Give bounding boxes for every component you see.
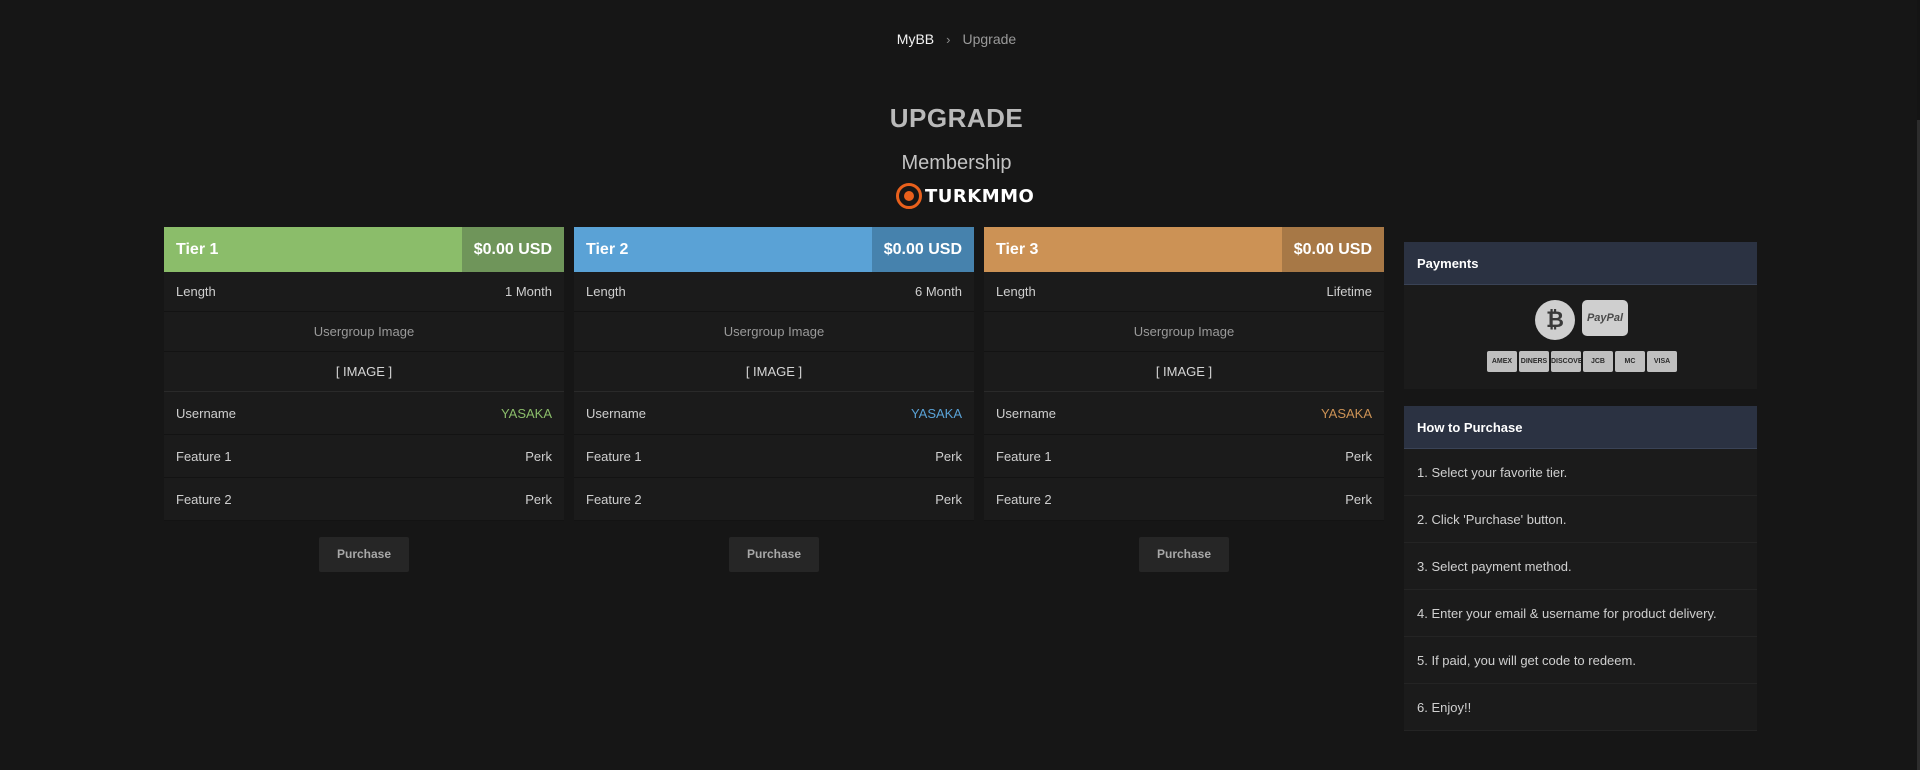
feature-label: Feature 1 — [586, 448, 642, 464]
payments-panel: Payments ₿ PayPal AMEX DINERS DISCOVER J… — [1404, 242, 1757, 389]
breadcrumb-current: Upgrade — [962, 31, 1017, 47]
step-item: 1. Select your favorite tier. — [1404, 449, 1757, 496]
step-item: 6. Enjoy!! — [1404, 684, 1757, 731]
usergroup-image: [ IMAGE ] — [164, 352, 564, 392]
how-to-purchase-panel: How to Purchase 1. Select your favorite … — [1404, 406, 1757, 731]
logo-text: TURKMMO — [925, 185, 1035, 207]
how-to-purchase-title: How to Purchase — [1404, 406, 1757, 449]
bitcoin-icon: ₿ — [1535, 300, 1575, 340]
usergroup-image: [ IMAGE ] — [984, 352, 1384, 392]
length-value: 6 Month — [915, 284, 962, 299]
username-row: Username YASAKA — [984, 392, 1384, 435]
tier-card-2: Tier 2 $0.00 USD Length 6 Month Usergroup… — [574, 227, 974, 572]
length-label: Length — [996, 284, 1036, 299]
length-value: 1 Month — [505, 284, 552, 299]
feature-value: Perk — [935, 448, 962, 464]
step-item: 2. Click 'Purchase' button. — [1404, 496, 1757, 543]
feature-label: Feature 2 — [996, 491, 1052, 507]
feature-label: Feature 2 — [586, 491, 642, 507]
tier-price: $0.00 USD — [1281, 227, 1384, 272]
username-value: YASAKA — [910, 405, 962, 421]
feature-value: Perk — [935, 491, 962, 507]
mastercard-card-icon: MC — [1615, 351, 1645, 372]
discover-card-icon: DISCOVER — [1551, 351, 1581, 372]
tier-name: Tier 1 — [164, 227, 462, 272]
feature-label: Feature 2 — [176, 491, 232, 507]
length-row: Length Lifetime — [984, 272, 1384, 312]
page-subtitle: Membership — [901, 152, 1012, 174]
diners-card-icon: DINERS — [1519, 351, 1549, 372]
username-label: Username — [586, 405, 646, 421]
feature-1-row: Feature 1 Perk — [574, 435, 974, 478]
amex-card-icon: AMEX — [1487, 351, 1517, 372]
image-placeholder: [ IMAGE ] — [335, 364, 393, 379]
tier-card-1: Tier 1 $0.00 USD Length 1 Month Usergroup… — [164, 227, 564, 572]
purchase-button[interactable]: Purchase — [319, 537, 409, 572]
username-row: Username YASAKA — [164, 392, 564, 435]
usergroup-image-label: Usergroup Image — [574, 312, 974, 352]
logo-icon — [896, 183, 922, 209]
breadcrumb: MyBB › Upgrade — [0, 31, 1913, 47]
image-placeholder: [ IMAGE ] — [1155, 364, 1213, 379]
length-row: Length 6 Month — [574, 272, 974, 312]
feature-label: Feature 1 — [176, 448, 232, 464]
tier-name: Tier 2 — [574, 227, 872, 272]
payments-body: ₿ PayPal AMEX DINERS DISCOVER JCB MC VIS… — [1404, 285, 1757, 389]
feature-2-row: Feature 2 Perk — [984, 478, 1384, 521]
feature-1-row: Feature 1 Perk — [984, 435, 1384, 478]
length-value: Lifetime — [1326, 284, 1372, 299]
chevron-right-icon: › — [946, 32, 951, 47]
breadcrumb-home-link[interactable]: MyBB — [897, 31, 934, 47]
username-label: Username — [996, 405, 1056, 421]
feature-2-row: Feature 2 Perk — [164, 478, 564, 521]
feature-value: Perk — [525, 448, 552, 464]
payments-title: Payments — [1404, 242, 1757, 285]
purchase-button[interactable]: Purchase — [1139, 537, 1229, 572]
tier-price: $0.00 USD — [461, 227, 564, 272]
tier-header: Tier 3 $0.00 USD — [984, 227, 1384, 272]
usergroup-label-text: Usergroup Image — [1133, 324, 1235, 339]
visa-card-icon: VISA — [1647, 351, 1677, 372]
usergroup-image-label: Usergroup Image — [164, 312, 564, 352]
jcb-card-icon: JCB — [1583, 351, 1613, 372]
site-logo: TURKMMO — [896, 181, 1034, 211]
length-label: Length — [176, 284, 216, 299]
tier-card-3: Tier 3 $0.00 USD Length Lifetime Usergrou… — [984, 227, 1384, 572]
username-value: YASAKA — [1320, 405, 1372, 421]
feature-value: Perk — [1345, 448, 1372, 464]
page-title: UPGRADE — [889, 103, 1024, 133]
step-item: 4. Enter your email & username for produ… — [1404, 590, 1757, 637]
length-label: Length — [586, 284, 626, 299]
usergroup-image-label: Usergroup Image — [984, 312, 1384, 352]
username-label: Username — [176, 405, 236, 421]
usergroup-image: [ IMAGE ] — [574, 352, 974, 392]
feature-2-row: Feature 2 Perk — [574, 478, 974, 521]
tier-name: Tier 3 — [984, 227, 1282, 272]
step-item: 3. Select payment method. — [1404, 543, 1757, 590]
feature-1-row: Feature 1 Perk — [164, 435, 564, 478]
usergroup-label-text: Usergroup Image — [313, 324, 415, 339]
tier-header: Tier 1 $0.00 USD — [164, 227, 564, 272]
tier-price: $0.00 USD — [871, 227, 974, 272]
tier-header: Tier 2 $0.00 USD — [574, 227, 974, 272]
feature-value: Perk — [525, 491, 552, 507]
usergroup-label-text: Usergroup Image — [723, 324, 825, 339]
card-icons: AMEX DINERS DISCOVER JCB MC VISA — [1487, 351, 1677, 372]
paypal-icon: PayPal — [1582, 300, 1628, 336]
length-row: Length 1 Month — [164, 272, 564, 312]
feature-value: Perk — [1345, 491, 1372, 507]
purchase-button[interactable]: Purchase — [729, 537, 819, 572]
image-placeholder: [ IMAGE ] — [745, 364, 803, 379]
username-value: YASAKA — [500, 405, 552, 421]
feature-label: Feature 1 — [996, 448, 1052, 464]
username-row: Username YASAKA — [574, 392, 974, 435]
step-item: 5. If paid, you will get code to redeem. — [1404, 637, 1757, 684]
